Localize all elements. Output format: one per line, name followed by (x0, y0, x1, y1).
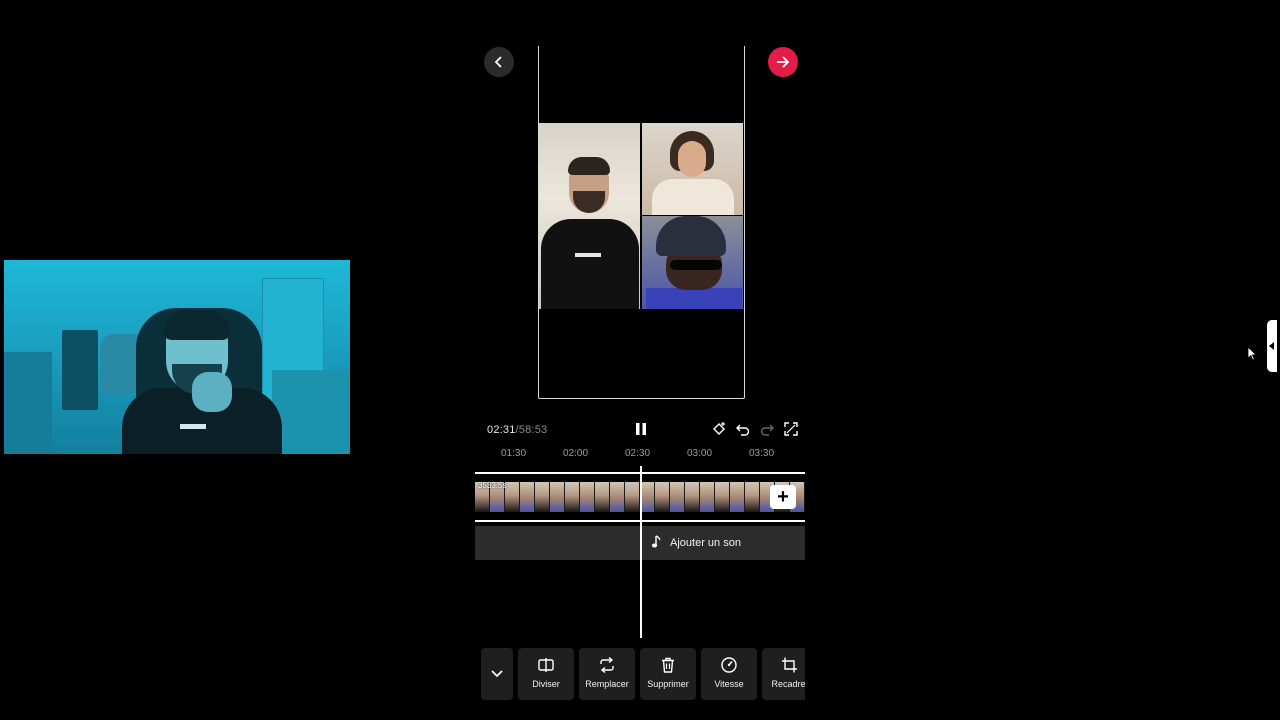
video-thumbnail (565, 482, 580, 512)
replace-label: Remplacer (585, 679, 629, 689)
webcam-background-desk (272, 370, 350, 454)
chevron-down-icon (491, 670, 503, 678)
playhead[interactable] (640, 466, 642, 638)
current-time: 02:31 (487, 424, 516, 436)
redo-icon[interactable] (759, 421, 775, 437)
video-thumbnail (730, 482, 745, 512)
preview-left-hair (568, 157, 610, 175)
undo-icon[interactable] (735, 421, 751, 437)
video-thumbnail (745, 482, 760, 512)
crop-label: Recadrer (771, 679, 805, 689)
back-button[interactable] (484, 47, 514, 77)
delete-button[interactable]: Supprimer (640, 648, 696, 700)
add-clip-button[interactable]: + (770, 485, 796, 509)
timecode: 02:31/58:53 (487, 424, 547, 436)
video-thumbnail (685, 482, 700, 512)
video-thumbnail (700, 482, 715, 512)
preview-left-torso (541, 219, 639, 309)
crop-button[interactable]: Recadrer (762, 648, 805, 700)
video-thumbnail (550, 482, 565, 512)
ruler-tick: 02:00 (563, 448, 589, 459)
video-thumbnail (520, 482, 535, 512)
split-label: Diviser (532, 679, 560, 689)
replace-button[interactable]: Remplacer (579, 648, 635, 700)
replace-icon (600, 657, 614, 673)
preview-clip-top-right (642, 123, 743, 215)
preview-tr-top (652, 179, 734, 215)
side-panel-handle[interactable] (1267, 320, 1277, 372)
video-thumbnail (595, 482, 610, 512)
preview-br-shirt (646, 288, 742, 309)
video-thumbnail (670, 482, 685, 512)
ruler-tick: 03:30 (749, 448, 775, 459)
chevron-left-icon (494, 56, 502, 68)
next-button[interactable] (768, 47, 798, 77)
video-thumbnail (580, 482, 595, 512)
split-icon (538, 658, 554, 672)
crop-icon (782, 657, 797, 673)
video-thumbnail (535, 482, 550, 512)
video-thumbnail (640, 482, 655, 512)
webcam-person-hair (164, 310, 230, 340)
video-thumbnail (610, 482, 625, 512)
ruler-tick: 01:30 (501, 448, 527, 459)
preview-clip-left (539, 123, 640, 309)
speed-label: Vitesse (714, 679, 744, 689)
ruler-tick: 02:30 (625, 448, 651, 459)
delete-label: Supprimer (647, 679, 689, 689)
speed-icon (721, 657, 737, 673)
pause-icon[interactable] (634, 421, 648, 437)
webcam-background-shelf (4, 352, 52, 454)
video-thumbnail (655, 482, 670, 512)
split-button[interactable]: Diviser (518, 648, 574, 700)
webcam-shirt-logo (180, 424, 206, 429)
fullscreen-icon[interactable] (783, 421, 799, 437)
add-sound-label: Ajouter un son (670, 537, 741, 549)
toolbar-overflow-clip: Recadrer (762, 648, 805, 700)
webcam-background-cabinet (62, 330, 98, 410)
trash-icon (662, 657, 674, 673)
video-thumbnail (715, 482, 730, 512)
ruler-tick: 03:00 (687, 448, 713, 459)
video-thumbnail (625, 482, 640, 512)
speed-button[interactable]: Vitesse (701, 648, 757, 700)
mouse-cursor-icon (1247, 346, 1257, 361)
arrow-right-icon (777, 56, 790, 68)
total-time: 58:53 (518, 424, 548, 436)
collapse-toolbar-button[interactable] (481, 648, 513, 700)
preview-br-sunglasses (670, 260, 722, 270)
webcam-overlay (4, 260, 350, 454)
preview-br-cap (656, 216, 726, 256)
preview-left-shirt-logo (575, 253, 601, 257)
webcam-person-hand (192, 372, 232, 412)
keyframe-icon[interactable] (711, 421, 727, 437)
preview-clip-bottom-right (642, 216, 743, 309)
music-note-icon (651, 535, 661, 548)
video-thumbnail (505, 482, 520, 512)
clip-duration-label: 3533.5s (478, 481, 507, 490)
preview-tr-face (678, 141, 706, 177)
